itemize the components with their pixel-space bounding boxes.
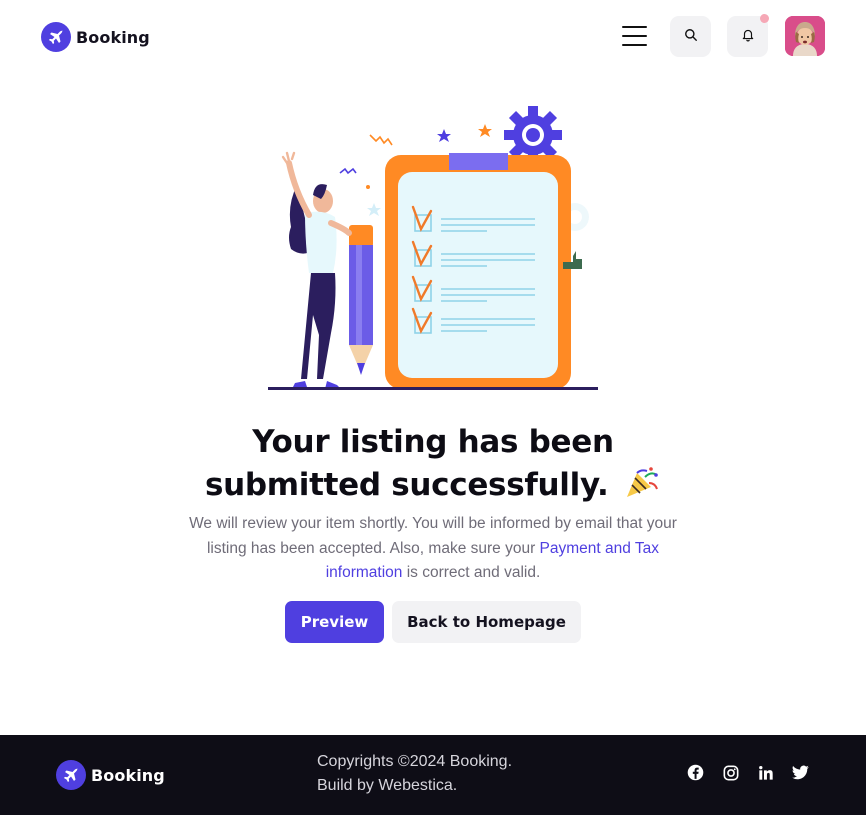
airplane-icon [56,760,86,790]
footer: Booking Copyrights ©2024 Booking. Build … [0,735,866,815]
user-avatar[interactable] [785,16,825,56]
linkedin-icon[interactable] [757,764,774,781]
notification-dot [760,14,769,23]
page-title: Your listing has been submitted successf… [150,422,716,506]
search-icon [684,27,698,46]
notifications-button[interactable] [727,14,769,57]
brand-name: Booking [76,27,150,47]
bell-icon [741,27,755,46]
social-links [687,764,809,781]
twitter-icon[interactable] [792,764,809,781]
search-button[interactable] [670,16,711,57]
footer-brand-logo[interactable]: Booking [56,760,165,790]
party-popper-icon [623,463,661,501]
back-to-homepage-button[interactable]: Back to Homepage [392,601,581,643]
top-navbar: Booking [0,0,866,74]
facebook-icon[interactable] [687,764,704,781]
title-line-1: Your listing has been [252,424,614,460]
description-part-2: is correct and valid. [402,564,541,581]
build-by-text: Build by Webestica. [317,777,458,794]
copyright-text: Copyrights ©2024 Booking. [317,753,513,770]
brand-logo[interactable]: Booking [41,22,150,52]
preview-button[interactable]: Preview [285,601,384,643]
hamburger-icon[interactable] [622,26,647,46]
description-text: We will review your item shortly. You wi… [180,512,686,586]
instagram-icon[interactable] [722,764,739,781]
airplane-icon [41,22,71,52]
success-illustration [265,105,605,395]
title-line-2: submitted successfully. [204,467,609,503]
copyright-block: Copyrights ©2024 Booking. Build by Webes… [317,750,512,798]
footer-brand-name: Booking [91,765,165,785]
